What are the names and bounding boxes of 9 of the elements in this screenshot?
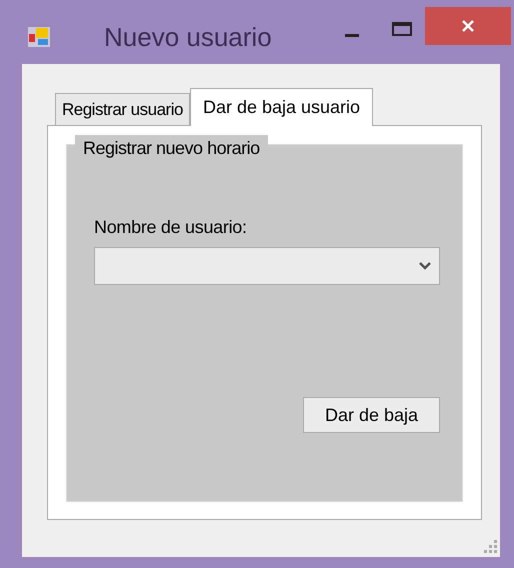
window-title: Nuevo usuario bbox=[104, 21, 272, 54]
field-label: Nombre de usuario: bbox=[94, 216, 247, 239]
tab[interactable]: Dar de baja usuario bbox=[190, 88, 374, 126]
app-icon bbox=[28, 27, 50, 47]
unregister-button[interactable]: Dar de baja bbox=[303, 397, 440, 433]
close-icon bbox=[461, 19, 475, 33]
tab[interactable]: Registrar usuario bbox=[55, 93, 190, 125]
resize-grip-icon bbox=[484, 540, 498, 554]
chevron-down-icon bbox=[419, 262, 431, 270]
